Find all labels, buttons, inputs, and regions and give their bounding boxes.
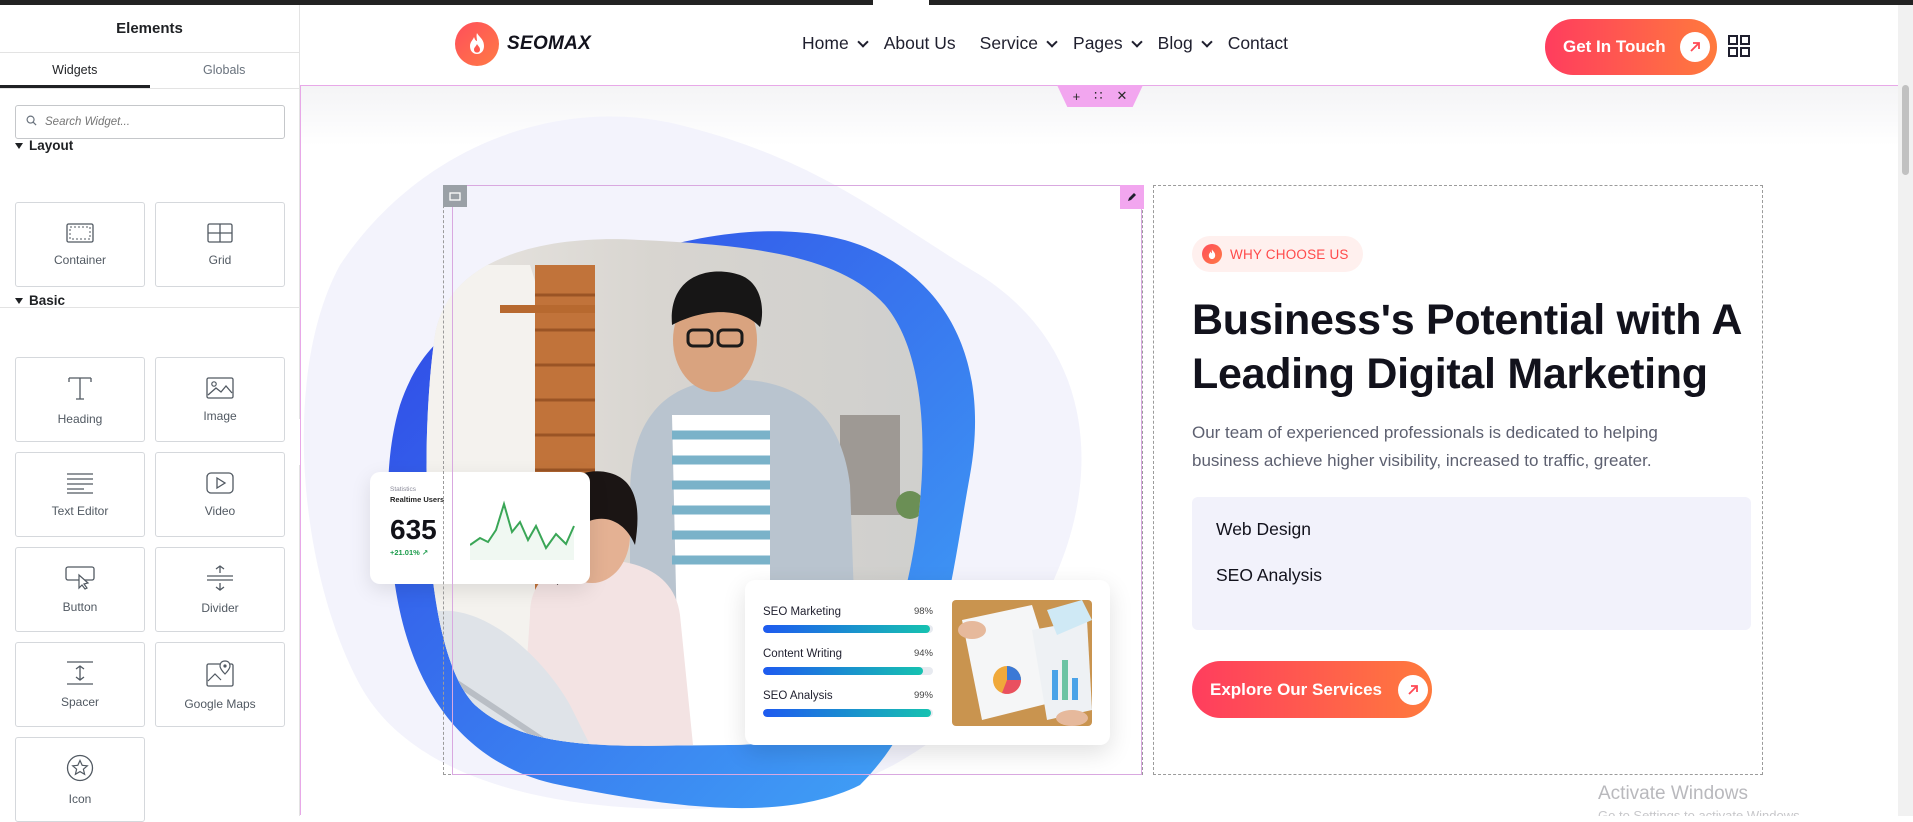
drag-handle-icon[interactable]: ∷ — [1094, 88, 1102, 104]
layout-section-toggle[interactable]: Layout — [15, 138, 73, 153]
nav-item-about-us[interactable]: About Us — [884, 33, 956, 54]
container-icon — [66, 222, 94, 243]
widget-label: Video — [204, 503, 236, 518]
nav-label: Contact — [1227, 33, 1288, 53]
star-icon — [66, 754, 94, 782]
caret-down-icon — [15, 142, 23, 149]
activate-windows-title: Activate Windows — [1598, 783, 1748, 804]
service-item-web-design[interactable]: Web Design — [1216, 519, 1311, 540]
heading-icon — [66, 374, 94, 402]
widget-label: Container — [53, 252, 107, 267]
site-header: SEOMAX Home About Us Service Pages Blog … — [300, 5, 1898, 85]
widget-button[interactable]: Button — [15, 547, 145, 632]
text-editor-icon — [66, 472, 94, 494]
widget-label: Text Editor — [51, 503, 109, 518]
cta-label: Get In Touch — [1563, 37, 1666, 56]
grid-layout-icon — [207, 222, 233, 243]
widget-label: Spacer — [60, 694, 100, 709]
widget-label: Heading — [57, 411, 103, 426]
hero-description: Our team of experienced professionals is… — [1192, 423, 1658, 470]
container-handle-icon[interactable] — [443, 185, 467, 207]
layout-section-label: Layout — [29, 138, 74, 153]
basic-widgets: Heading Image Text Editor Video Button D… — [15, 357, 285, 822]
widget-label: Grid — [208, 252, 232, 267]
nav-item-contact[interactable]: Contact — [1228, 33, 1288, 54]
badge-label: WHY CHOOSE US — [1230, 246, 1349, 262]
chevron-down-icon — [1130, 35, 1143, 48]
nav-label: Blog — [1157, 33, 1193, 53]
activate-windows-subtitle: Go to Settings to activate Windows. — [1598, 808, 1804, 816]
tab-globals[interactable]: Globals — [150, 53, 300, 88]
brand-name: SEOMAX — [507, 33, 592, 54]
search-widget-input[interactable] — [45, 116, 265, 128]
widget-heading[interactable]: Heading — [15, 357, 145, 442]
widget-label: Image — [203, 408, 237, 423]
caret-down-icon — [15, 297, 23, 304]
trend-up-icon: ↗ — [421, 548, 429, 557]
nav-item-home[interactable]: Home — [802, 33, 869, 54]
panel-title: Elements — [0, 5, 299, 53]
main-nav: Home About Us Service Pages Blog Contact — [802, 33, 1305, 54]
explore-label: Explore Our Services — [1210, 679, 1382, 699]
spacer-icon — [66, 660, 94, 685]
stat-change-value: +21.01% — [390, 548, 420, 557]
services-list: Web Design SEO Analysis — [1192, 497, 1751, 630]
widget-label: Divider — [201, 600, 239, 615]
widget-label: Google Maps — [184, 696, 256, 711]
nav-label: Home — [802, 33, 849, 53]
chevron-down-icon — [1201, 35, 1213, 48]
widget-google-maps[interactable]: Google Maps — [155, 642, 285, 727]
layout-widgets: Container Grid — [15, 202, 285, 287]
arrow-up-right-icon — [1679, 32, 1710, 62]
preview-canvas: SEOMAX Home About Us Service Pages Blog … — [300, 5, 1898, 816]
video-icon — [206, 471, 234, 494]
divider-icon — [206, 564, 234, 591]
search-widget-field[interactable] — [15, 105, 285, 139]
nav-label: About Us — [883, 33, 956, 53]
widget-image[interactable]: Image — [155, 357, 285, 442]
chevron-down-icon — [1046, 35, 1058, 48]
tab-widgets[interactable]: Widgets — [0, 53, 150, 88]
flame-logo-icon — [455, 22, 499, 66]
image-widget-outline[interactable] — [443, 185, 1143, 775]
search-icon — [26, 113, 37, 131]
add-section-icon[interactable]: + — [1073, 89, 1081, 104]
nav-label: Pages — [1073, 33, 1123, 53]
site-logo[interactable]: SEOMAX — [455, 22, 591, 66]
widget-divider[interactable]: Divider — [155, 547, 285, 632]
widget-spacer[interactable]: Spacer — [15, 642, 145, 727]
widget-icon[interactable]: Icon — [15, 737, 145, 822]
menu-grid-icon[interactable] — [1728, 35, 1750, 62]
service-item-seo-analysis[interactable]: SEO Analysis — [1216, 565, 1322, 586]
edit-pencil-icon[interactable] — [1120, 185, 1144, 209]
nav-item-service[interactable]: Service — [979, 33, 1058, 54]
widget-text-editor[interactable]: Text Editor — [15, 452, 145, 537]
flame-icon — [1202, 244, 1222, 264]
widget-grid[interactable]: Grid — [155, 202, 285, 287]
widget-video[interactable]: Video — [155, 452, 285, 537]
button-icon — [65, 565, 95, 590]
explore-services-button[interactable]: Explore Our Services — [1192, 661, 1432, 718]
section-controls: + ∷ ✕ — [1057, 85, 1143, 107]
arrow-up-right-icon — [1397, 674, 1428, 705]
get-in-touch-button[interactable]: Get In Touch — [1545, 19, 1717, 75]
scrollbar-thumb[interactable] — [1902, 85, 1909, 175]
widget-label: Icon — [68, 791, 92, 806]
nav-label: Service — [979, 33, 1039, 53]
close-section-icon[interactable]: ✕ — [1116, 88, 1127, 104]
why-choose-us-badge: WHY CHOOSE US — [1192, 236, 1363, 272]
nav-item-blog[interactable]: Blog — [1157, 33, 1213, 54]
nav-item-pages[interactable]: Pages — [1073, 33, 1143, 54]
widget-container[interactable]: Container — [15, 202, 145, 287]
canvas-scrollbar[interactable] — [1898, 5, 1913, 816]
elements-panel: Elements Widgets Globals Layout Containe… — [0, 5, 300, 822]
image-icon — [206, 376, 234, 399]
hero-heading: Business's Potential with A Leading Digi… — [1192, 296, 1741, 398]
chevron-down-icon — [857, 35, 869, 48]
basic-section-toggle[interactable]: Basic — [15, 293, 65, 308]
basic-section-label: Basic — [29, 293, 66, 308]
widget-label: Button — [62, 599, 98, 614]
google-maps-icon — [206, 659, 234, 687]
panel-tabs: Widgets Globals — [0, 53, 299, 89]
